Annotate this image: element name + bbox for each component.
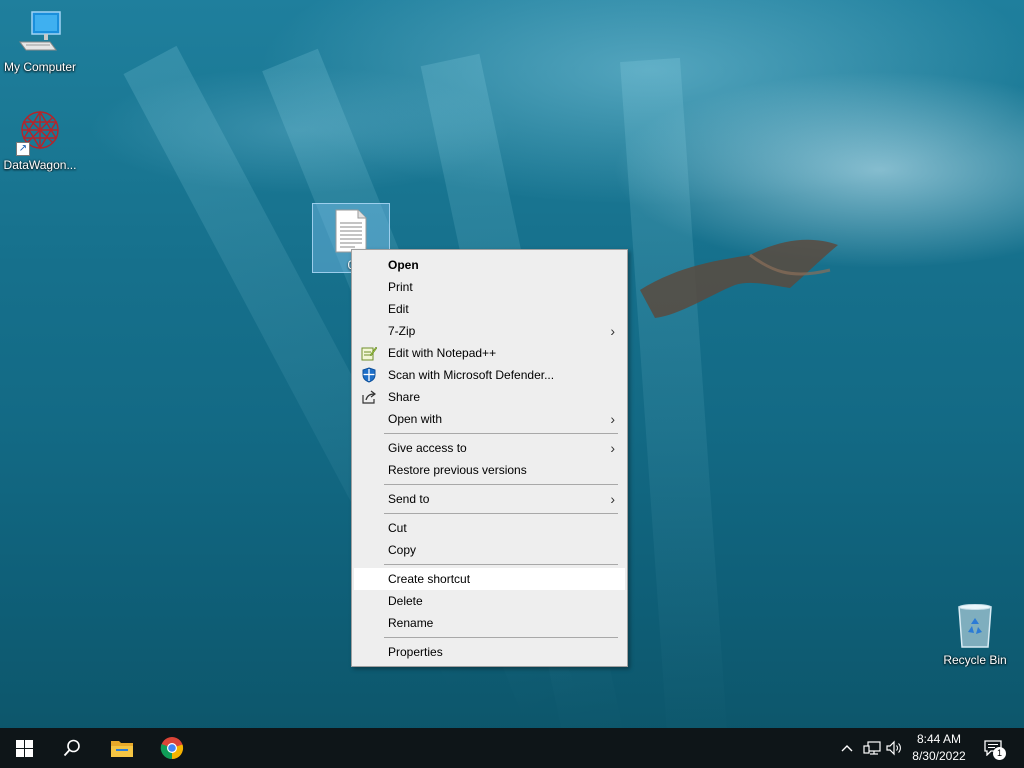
search-button[interactable]: [48, 728, 96, 768]
desktop[interactable]: My Computer ↗ DataWagon... Recycle Bin O…: [0, 0, 1024, 768]
wallpaper-light-ray: [620, 57, 729, 761]
menu-item-create-shortcut[interactable]: Create shortcut: [354, 568, 625, 590]
desktop-icon-label: Recycle Bin: [943, 653, 1007, 667]
datawagon-logo-icon: ↗: [16, 108, 64, 156]
speaker-icon: [886, 740, 901, 756]
menu-item-label: Create shortcut: [388, 572, 471, 586]
file-explorer-icon: [111, 741, 133, 757]
menu-item-copy[interactable]: Copy: [354, 539, 625, 561]
menu-item-open-with[interactable]: Open with ›: [354, 408, 625, 430]
menu-item-label: Give access to: [388, 441, 467, 455]
menu-separator: [384, 513, 618, 514]
text-document-icon: [335, 209, 367, 253]
menu-item-7zip[interactable]: 7-Zip ›: [354, 320, 625, 342]
share-icon: [362, 390, 376, 404]
desktop-icon-recycle-bin[interactable]: Recycle Bin: [935, 603, 1015, 667]
computer-icon: [16, 10, 64, 58]
start-button[interactable]: [0, 728, 48, 768]
menu-item-label: Open: [388, 258, 419, 272]
search-icon: [63, 739, 80, 757]
menu-item-open[interactable]: Open: [354, 254, 625, 276]
desktop-icon-my-computer[interactable]: My Computer: [0, 10, 80, 74]
context-menu: Open Print Edit 7-Zip › Edit with Notepa…: [351, 249, 628, 667]
menu-item-label: Delete: [388, 594, 423, 608]
desktop-icon-label: DataWagon...: [3, 158, 77, 172]
menu-item-label: Rename: [388, 616, 434, 630]
show-hidden-icons-button[interactable]: [838, 728, 856, 768]
menu-item-label: Open with: [388, 412, 443, 426]
volume-button[interactable]: [884, 728, 906, 768]
chevron-right-icon: ›: [610, 440, 615, 456]
desktop-icon-label: My Computer: [3, 60, 77, 74]
menu-item-edit[interactable]: Edit: [354, 298, 625, 320]
menu-separator: [384, 637, 618, 638]
menu-item-label: Print: [388, 280, 413, 294]
notepadpp-icon: [361, 346, 377, 361]
menu-item-label: Properties: [388, 645, 443, 659]
menu-item-properties[interactable]: Properties: [354, 641, 625, 663]
menu-separator: [384, 564, 618, 565]
menu-item-send-to[interactable]: Send to ›: [354, 488, 625, 510]
taskbar-clock[interactable]: 8:44 AM 8/30/2022: [906, 731, 972, 765]
menu-item-cut[interactable]: Cut: [354, 517, 625, 539]
menu-item-label: Share: [388, 390, 421, 404]
clock-time: 8:44 AM: [916, 732, 962, 746]
menu-item-print[interactable]: Print: [354, 276, 625, 298]
menu-item-rename[interactable]: Rename: [354, 612, 625, 634]
recycle-bin-icon: [951, 603, 999, 651]
menu-item-label: Copy: [388, 543, 417, 557]
chrome-button[interactable]: [148, 728, 196, 768]
menu-separator: [384, 484, 618, 485]
wallpaper-fin: [640, 239, 838, 318]
menu-separator: [384, 433, 618, 434]
defender-shield-icon: [362, 367, 376, 383]
network-icon: [863, 741, 881, 755]
menu-item-label: Restore previous versions: [388, 463, 527, 477]
shortcut-arrow-icon: ↗: [16, 142, 30, 156]
chevron-right-icon: ›: [610, 323, 615, 339]
chevron-up-icon: [841, 745, 853, 752]
file-explorer-button[interactable]: [98, 728, 146, 768]
menu-item-delete[interactable]: Delete: [354, 590, 625, 612]
menu-item-label: Send to: [388, 492, 430, 506]
chevron-right-icon: ›: [610, 411, 615, 427]
chrome-icon: [160, 737, 184, 760]
menu-item-restore-previous-versions[interactable]: Restore previous versions: [354, 459, 625, 481]
chevron-right-icon: ›: [610, 491, 615, 507]
menu-item-scan-defender[interactable]: Scan with Microsoft Defender...: [354, 364, 625, 386]
menu-item-label: Scan with Microsoft Defender...: [388, 368, 555, 382]
menu-item-label: Cut: [388, 521, 407, 535]
clock-date: 8/30/2022: [912, 749, 966, 763]
menu-item-edit-with-notepadpp[interactable]: Edit with Notepad++: [354, 342, 625, 364]
notification-count-badge: 1: [993, 747, 1006, 760]
menu-item-give-access-to[interactable]: Give access to ›: [354, 437, 625, 459]
menu-item-share[interactable]: Share: [354, 386, 625, 408]
menu-item-label: Edit with Notepad++: [388, 346, 497, 360]
taskbar: 8:44 AM 8/30/2022 1: [0, 728, 1024, 768]
windows-logo-icon: [15, 739, 33, 757]
menu-item-label: Edit: [388, 302, 409, 316]
network-button[interactable]: [861, 728, 883, 768]
menu-item-label: 7-Zip: [388, 324, 416, 338]
desktop-icon-datawagon[interactable]: ↗ DataWagon...: [0, 108, 80, 172]
